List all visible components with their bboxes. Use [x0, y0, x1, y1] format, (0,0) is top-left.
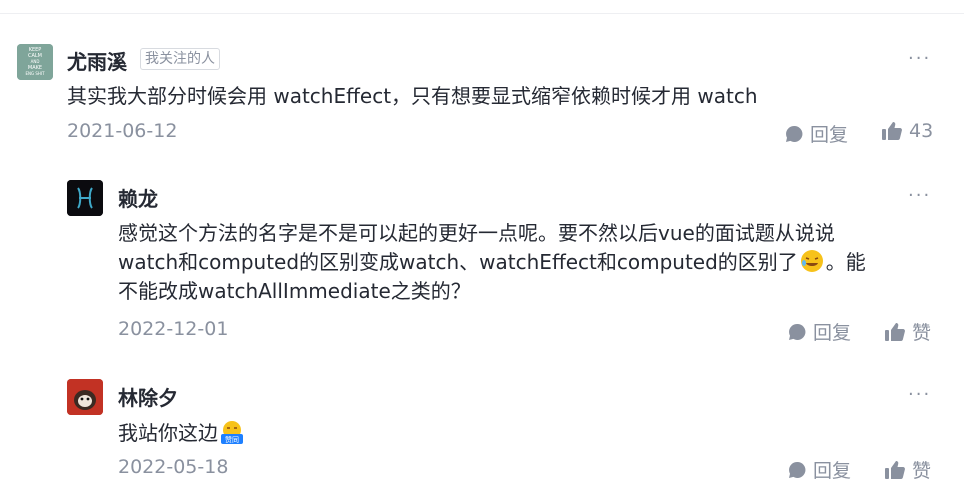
- more-icon[interactable]: ···: [908, 50, 931, 68]
- like-count: 43: [909, 120, 934, 142]
- like-label: 赞: [912, 460, 932, 482]
- username[interactable]: 赖龙: [118, 183, 158, 212]
- reply-label: 回复: [813, 322, 852, 344]
- comment-icon: [786, 125, 803, 142]
- reply-button[interactable]: 回复: [787, 456, 851, 483]
- comment-content: 感觉这个方法的名字是不是可以起的更好一点呢。要不然以后vue的面试题从说说 wa…: [118, 219, 948, 306]
- more-icon[interactable]: ···: [908, 187, 931, 205]
- comment-date: 2022-12-01: [118, 318, 229, 340]
- following-badge: 我关注的人: [140, 48, 220, 70]
- content-line: 感觉这个方法的名字是不是可以起的更好一点呢。要不然以后vue的面试题从说说: [118, 221, 835, 245]
- more-icon[interactable]: ···: [908, 386, 931, 404]
- avatar[interactable]: [67, 379, 103, 415]
- agree-emoji-icon: 赞同: [221, 421, 243, 444]
- content-line: 不能改成watchAllImmediate之类的？: [118, 279, 471, 303]
- thumbs-up-icon: [882, 122, 902, 140]
- content-text: 我站你这边: [118, 421, 218, 445]
- content-text: 。能: [825, 250, 866, 274]
- like-button[interactable]: 43: [881, 120, 933, 142]
- avatar[interactable]: [67, 180, 103, 216]
- like-button[interactable]: 赞: [884, 456, 931, 483]
- reply-button[interactable]: 回复: [784, 120, 848, 147]
- reply-label: 回复: [813, 460, 852, 482]
- avatar-text-line: ENG SHIT: [25, 71, 45, 76]
- reply-button[interactable]: 回复: [787, 318, 851, 345]
- comment-date: 2022-05-18: [118, 456, 229, 478]
- thumbs-up-icon: [885, 460, 905, 479]
- emoji-badge-text: 赞同: [225, 435, 239, 444]
- top-divider: [0, 13, 964, 14]
- comment-date: 2021-06-12: [67, 120, 178, 142]
- comment-content: 我站你这边 赞同: [118, 419, 948, 448]
- thumbs-up-icon: [885, 322, 905, 341]
- content-text: watch和computed的区别变成watch、watchEffect和com…: [118, 250, 798, 274]
- comment-icon: [789, 461, 806, 478]
- avatar[interactable]: KEEP CALM AND MAKE ENG SHIT: [17, 44, 53, 80]
- like-button[interactable]: 赞: [884, 318, 931, 345]
- username[interactable]: 林除夕: [118, 382, 178, 411]
- laughing-emoji-icon: [800, 250, 823, 272]
- comment-icon: [789, 323, 806, 340]
- content-line: watch和computed的区别变成watch、watchEffect和com…: [118, 248, 948, 277]
- username[interactable]: 尤雨溪: [67, 46, 127, 75]
- avatar-text-line: AND: [31, 59, 40, 64]
- comment-content: 其实我大部分时候会用 watchEffect，只有想要显式缩窄依赖时候才用 wa…: [67, 84, 758, 108]
- reply-label: 回复: [810, 124, 849, 146]
- like-label: 赞: [912, 322, 932, 344]
